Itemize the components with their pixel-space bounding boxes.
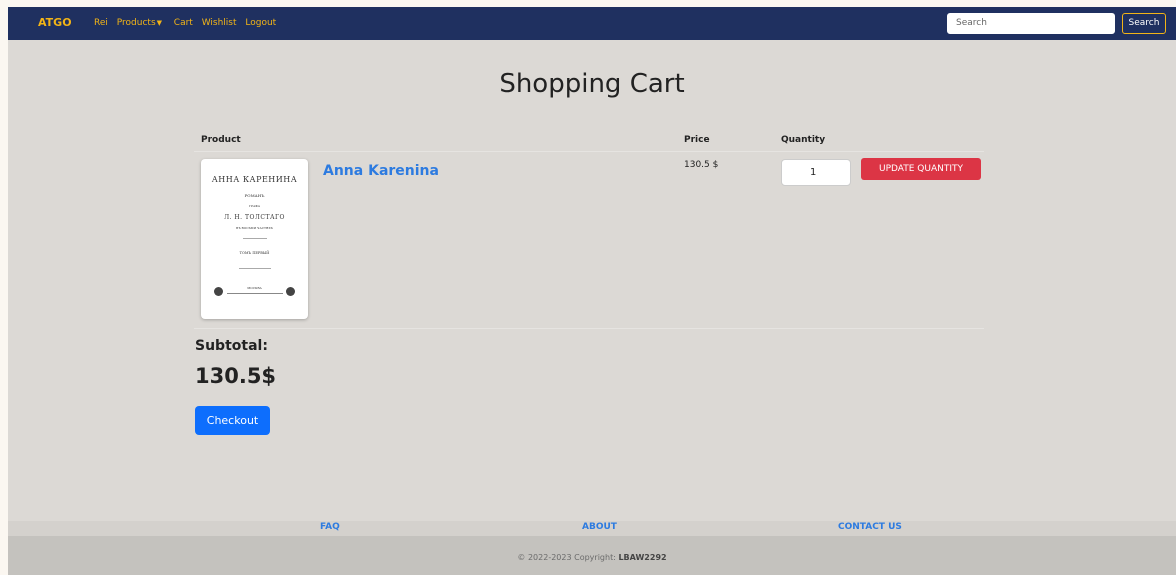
search-button[interactable]: Search: [1122, 13, 1166, 34]
page-title: Shopping Cart: [499, 69, 685, 99]
cover-rule: [243, 238, 267, 239]
cover-line: ГРАФА: [248, 204, 261, 208]
column-header-price: Price: [684, 135, 710, 145]
column-header-quantity: Quantity: [781, 135, 826, 145]
row-divider: [194, 328, 984, 329]
page-frame: ATGO Rei Products▼ Cart Wishlist Logout …: [8, 7, 1176, 575]
nav-link-cart[interactable]: Cart: [174, 18, 193, 28]
subtotal-label: Subtotal:: [195, 338, 268, 354]
footer-link-about[interactable]: ABOUT: [582, 522, 617, 532]
nav-link-logout[interactable]: Logout: [245, 18, 276, 28]
cover-author: Л. Н. ТОЛСТАГО: [224, 214, 285, 221]
cover-rule: [227, 293, 283, 294]
footer-link-faq[interactable]: FAQ: [320, 522, 340, 532]
cover-line: РОМАНЪ: [244, 193, 265, 198]
product-price: 130.5 $: [684, 160, 719, 170]
checkout-button[interactable]: Checkout: [195, 406, 270, 435]
footer-links: FAQ ABOUT CONTACT US: [8, 521, 1176, 536]
nav-link-wishlist[interactable]: Wishlist: [202, 18, 237, 28]
cover-line: ВЪ ВОСЬМИ ЧАСТЯХЪ: [236, 226, 273, 230]
quantity-input[interactable]: 1: [781, 159, 851, 186]
brand-logo[interactable]: ATGO: [38, 16, 72, 29]
product-name-link[interactable]: Anna Karenina: [323, 163, 439, 179]
cover-rule: [239, 268, 271, 269]
book-cover: АННА КАРЕНИНА РОМАНЪ ГРАФА Л. Н. ТОЛСТАГ…: [201, 159, 308, 319]
search-input[interactable]: Search: [947, 13, 1115, 34]
cover-volume: ТОМЪ ПЕРВЫЙ: [239, 251, 270, 255]
cover-title: АННА КАРЕНИНА: [211, 175, 298, 184]
update-quantity-button[interactable]: UPDATE QUANTITY: [861, 158, 981, 180]
nav-link-products[interactable]: Products▼: [117, 18, 162, 28]
footer-link-contact[interactable]: CONTACT US: [838, 522, 902, 532]
nav-link-products-label: Products: [116, 18, 156, 28]
footer-bar: © 2022-2023 Copyright: LBAW2292: [8, 536, 1176, 575]
navbar: ATGO Rei Products▼ Cart Wishlist Logout …: [8, 7, 1176, 40]
nav-links: Rei Products▼ Cart Wishlist Logout: [94, 18, 282, 28]
copyright-name: LBAW2292: [618, 553, 667, 562]
subtotal-value: 130.5$: [195, 364, 277, 388]
seal-icon: [286, 287, 295, 296]
copyright-prefix: © 2022-2023 Copyright:: [517, 553, 619, 562]
product-image[interactable]: АННА КАРЕНИНА РОМАНЪ ГРАФА Л. Н. ТОЛСТАГ…: [201, 159, 308, 319]
nav-link-user[interactable]: Rei: [94, 18, 108, 28]
row-divider: [194, 151, 984, 152]
column-header-product: Product: [201, 135, 241, 145]
copyright-text: © 2022-2023 Copyright: LBAW2292: [8, 553, 1176, 562]
